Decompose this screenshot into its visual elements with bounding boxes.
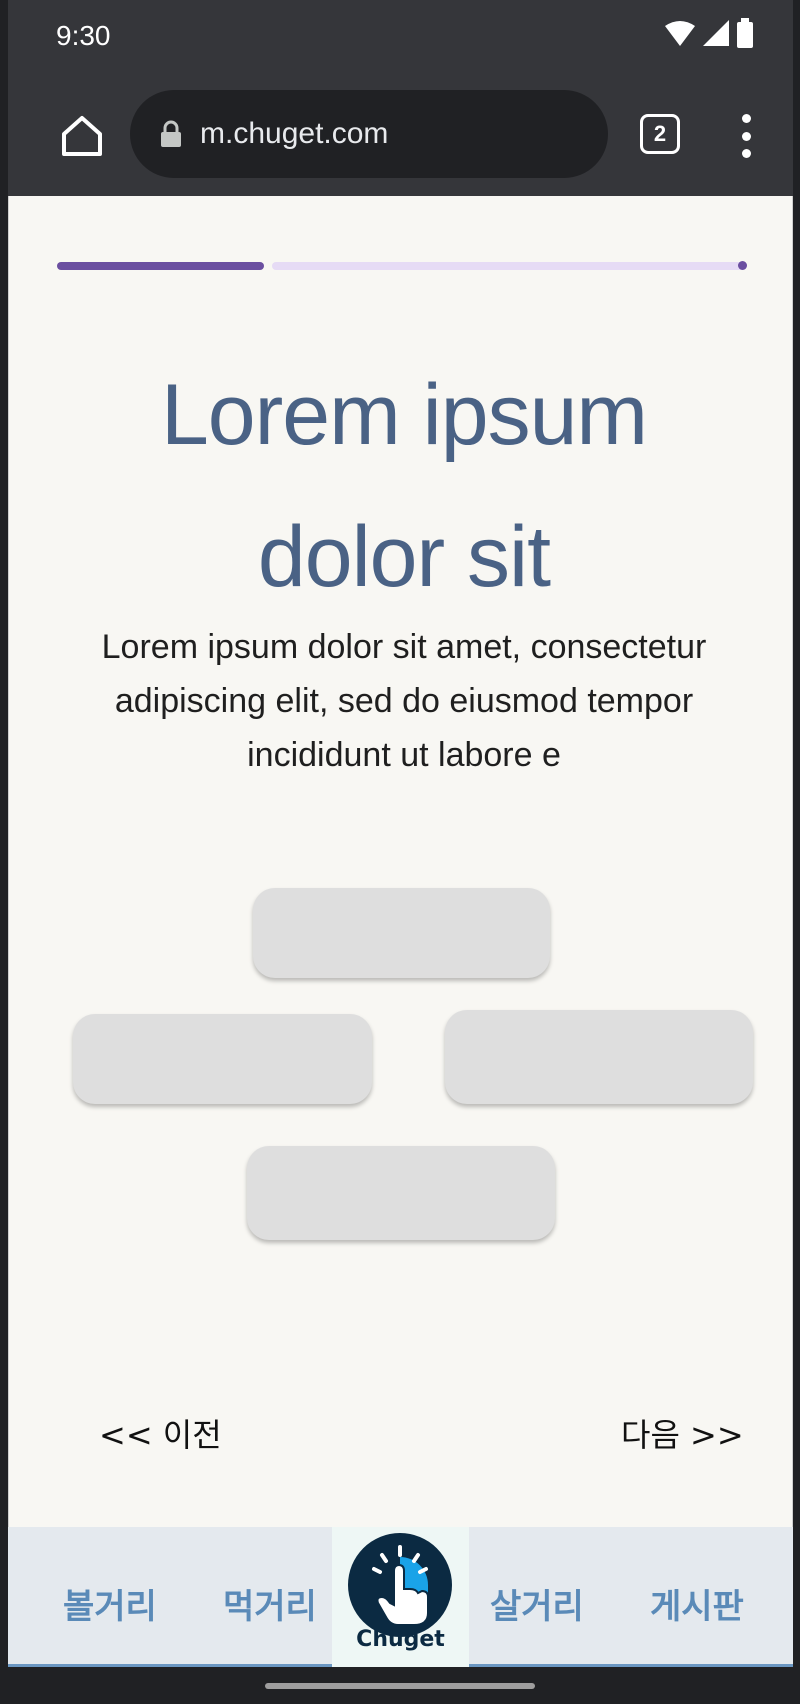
lock-icon — [161, 120, 181, 147]
status-icons — [665, 18, 753, 48]
logo-text: Chuget — [356, 1627, 445, 1652]
option-button-2[interactable] — [73, 1014, 372, 1104]
progress-fill — [57, 262, 264, 270]
home-button[interactable] — [52, 106, 112, 166]
nav-item-food[interactable]: 먹거리 — [223, 1579, 317, 1628]
battery-icon — [737, 18, 753, 48]
option-button-4[interactable] — [247, 1146, 555, 1240]
progress-track — [272, 262, 747, 270]
page-title: Lorem ipsum dolor sit — [160, 367, 648, 605]
option-button-3[interactable] — [445, 1010, 753, 1104]
menu-dot-icon — [741, 114, 751, 123]
url-bar[interactable]: m.chuget.com — [130, 90, 608, 178]
menu-dot-icon — [741, 149, 751, 158]
browser-toolbar: m.chuget.com 2 — [8, 76, 793, 196]
wifi-icon — [665, 21, 695, 46]
prev-button[interactable]: << 이전 — [99, 1410, 222, 1456]
progress-end-dot — [738, 261, 747, 270]
next-button[interactable]: 다음 >> — [621, 1410, 744, 1456]
home-logo-button[interactable]: Chuget — [332, 1527, 469, 1667]
signal-icon — [703, 20, 729, 46]
chuget-logo — [348, 1533, 452, 1637]
nav-item-shopping[interactable]: 살거리 — [490, 1579, 584, 1628]
home-icon — [62, 116, 102, 156]
menu-dot-icon — [741, 131, 751, 141]
more-menu-button[interactable] — [736, 114, 756, 158]
gesture-handle[interactable] — [265, 1683, 535, 1689]
bottom-nav: 볼거리 먹거리 Chuget 살거리 게시판 — [8, 1527, 793, 1667]
quiz-progress-bar — [57, 261, 747, 270]
page-description: Lorem ipsum dolor sit amet, consectetur … — [101, 628, 707, 774]
page-content: Lorem ipsum dolor sit Lorem ipsum dolor … — [8, 196, 793, 1527]
option-button-1[interactable] — [253, 888, 550, 978]
nav-item-board[interactable]: 게시판 — [650, 1579, 744, 1628]
status-bar: 9:30 — [8, 0, 793, 76]
nav-item-sights[interactable]: 볼거리 — [63, 1579, 157, 1628]
tap-hand-icon — [372, 1545, 429, 1626]
tab-switcher-button[interactable]: 2 — [640, 114, 680, 154]
url-text: m.chuget.com — [200, 117, 389, 150]
status-time: 9:30 — [56, 20, 111, 51]
